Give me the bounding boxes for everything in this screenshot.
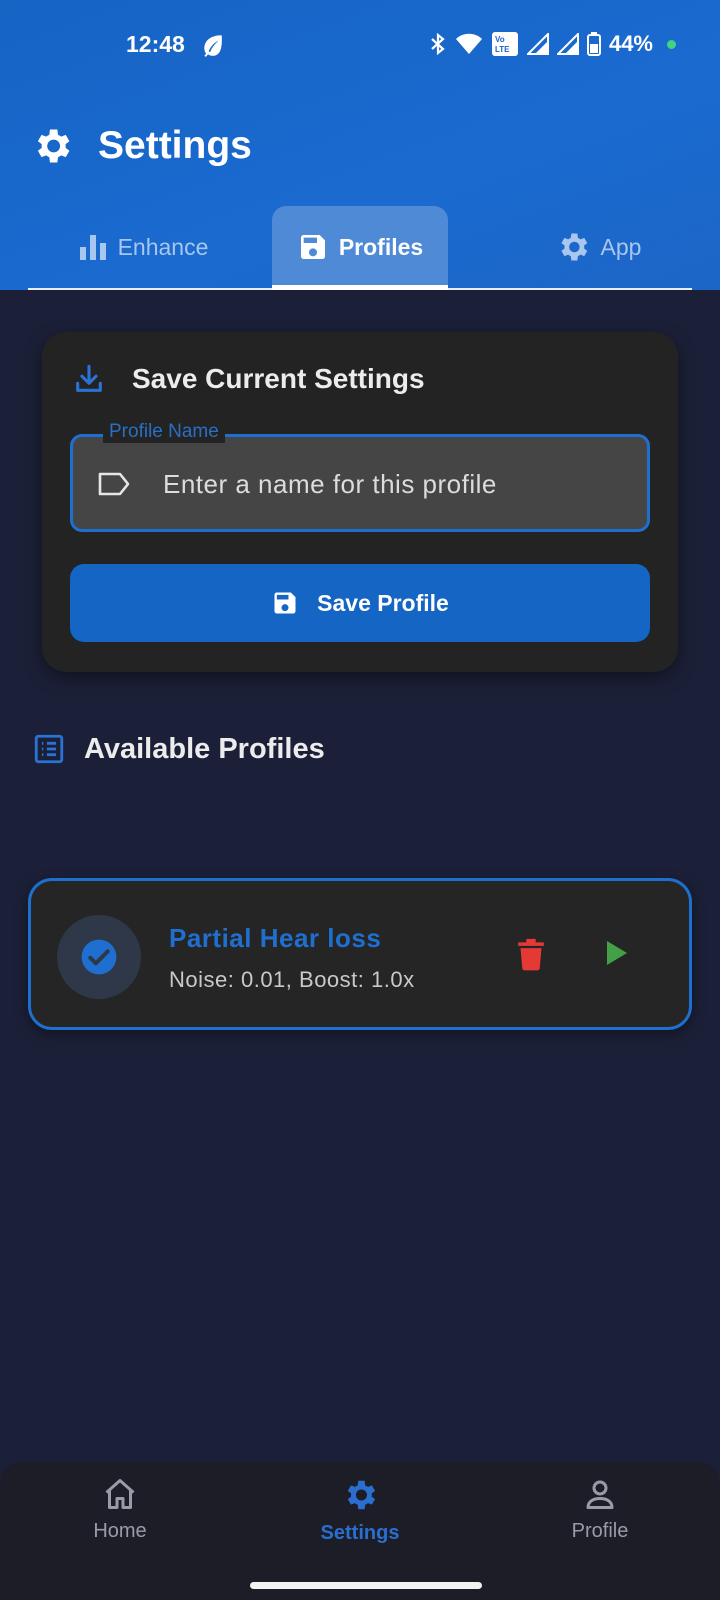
gear-icon: [37, 129, 70, 163]
profile-list-item[interactable]: Partial Hear loss Noise: 0.01, Boost: 1.…: [28, 878, 692, 1030]
nav-settings-label: Settings: [320, 1522, 400, 1544]
floppy-disk-icon: [300, 235, 325, 259]
floppy-disk-icon: [274, 592, 296, 614]
page-title: Settings: [98, 124, 252, 167]
tab-enhance-label: Enhance: [117, 233, 209, 260]
tab-enhance[interactable]: Enhance: [68, 206, 218, 288]
svg-text:Vo: Vo: [495, 35, 505, 44]
tab-profiles[interactable]: Profiles: [272, 206, 448, 290]
nav-profile[interactable]: Profile: [520, 1476, 680, 1543]
leaf-icon: [204, 35, 222, 57]
bluetooth-icon: [431, 32, 445, 56]
battery-icon: [586, 32, 601, 56]
tag-icon: [98, 472, 130, 496]
tab-active-indicator: [272, 285, 448, 290]
app-header: 12:48 Vo LTE 44% Settings Enhance Profile…: [0, 0, 720, 290]
trash-icon[interactable]: [517, 937, 545, 971]
check-circle-icon: [81, 939, 117, 975]
play-icon[interactable]: [605, 939, 629, 967]
selected-indicator: [57, 915, 141, 999]
save-profile-label: Save Profile: [317, 589, 449, 616]
profile-name: Partial Hear loss: [169, 923, 382, 953]
home-icon: [105, 1479, 135, 1509]
volte-icon: VoLTE: [491, 32, 518, 56]
tab-app-label: App: [600, 233, 642, 260]
home-gesture-bar[interactable]: [250, 1582, 482, 1589]
status-time: 12:48: [126, 31, 185, 57]
svg-text:LTE: LTE: [495, 45, 510, 54]
bar-chart-icon: [79, 235, 106, 260]
save-settings-card: Save Current Settings Profile Name Enter…: [42, 332, 678, 672]
person-icon: [586, 1480, 614, 1509]
nav-home-label: Home: [93, 1520, 147, 1542]
profile-name-label: Profile Name: [103, 421, 225, 443]
save-profile-button[interactable]: Save Profile: [70, 564, 650, 642]
nav-settings[interactable]: Settings: [280, 1476, 440, 1545]
profile-name-placeholder: Enter a name for this profile: [163, 469, 497, 499]
bottom-navigation: Home Settings Profile: [0, 1462, 720, 1600]
gear-icon: [560, 233, 587, 261]
signal-icon: [556, 33, 579, 55]
save-settings-header: Save Current Settings: [72, 362, 425, 396]
wifi-icon: [455, 33, 482, 54]
battery-percent: 44%: [608, 31, 653, 56]
privacy-indicator-dot: [667, 39, 676, 49]
profile-name-field[interactable]: Profile Name Enter a name for this profi…: [70, 421, 650, 532]
download-icon: [76, 364, 102, 392]
list-icon: [34, 734, 64, 764]
tab-bar: Enhance Profiles App: [28, 206, 692, 290]
nav-home[interactable]: Home: [40, 1476, 200, 1543]
tab-profiles-label: Profiles: [338, 233, 424, 260]
profile-detail: Noise: 0.01, Boost: 1.0x: [169, 967, 415, 992]
status-bar: 12:48 Vo LTE 44%: [0, 0, 720, 90]
tab-app[interactable]: App: [528, 206, 668, 288]
status-icons: Vo LTE 44%: [429, 31, 676, 57]
available-profiles-title: Available Profiles: [84, 732, 325, 765]
title-row: Settings: [30, 124, 252, 168]
gear-icon: [347, 1480, 376, 1510]
nav-profile-label: Profile: [571, 1520, 629, 1542]
available-profiles-header: Available Profiles: [32, 732, 325, 766]
save-settings-title: Save Current Settings: [132, 363, 425, 394]
signal-icon: [526, 33, 549, 55]
